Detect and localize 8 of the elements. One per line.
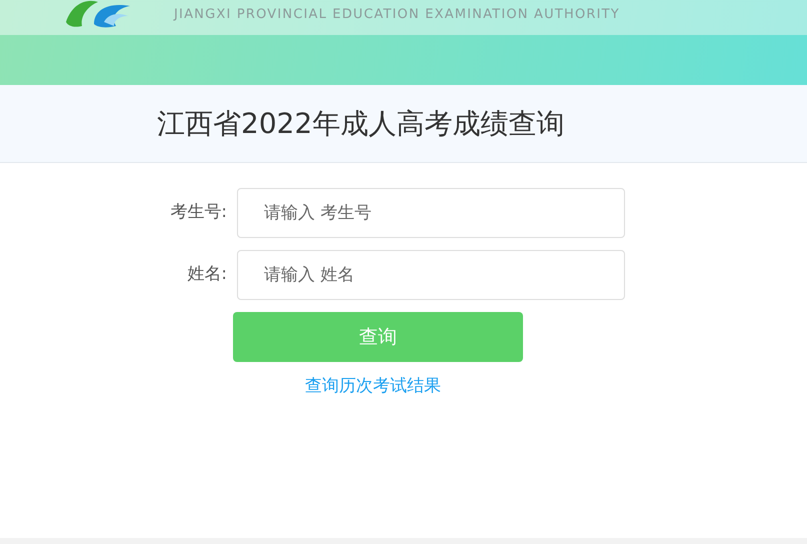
input-field[interactable]: 请输入 姓名 xyxy=(237,250,625,300)
page-title: 江西省2022年成人高考成绩查询 xyxy=(157,106,564,142)
input-field[interactable]: 请输入 考生号 xyxy=(237,188,625,238)
subtitle: JIANGXI PROVINCIAL EDUCATION EXAMINATION AUTHORITY xyxy=(174,6,620,24)
field-label: 考生号: xyxy=(169,201,228,224)
query-button[interactable]: 查询 xyxy=(233,312,523,362)
history-link[interactable]: 查询历次考试结果 xyxy=(228,374,518,400)
field-label: 姓名: xyxy=(186,263,228,286)
